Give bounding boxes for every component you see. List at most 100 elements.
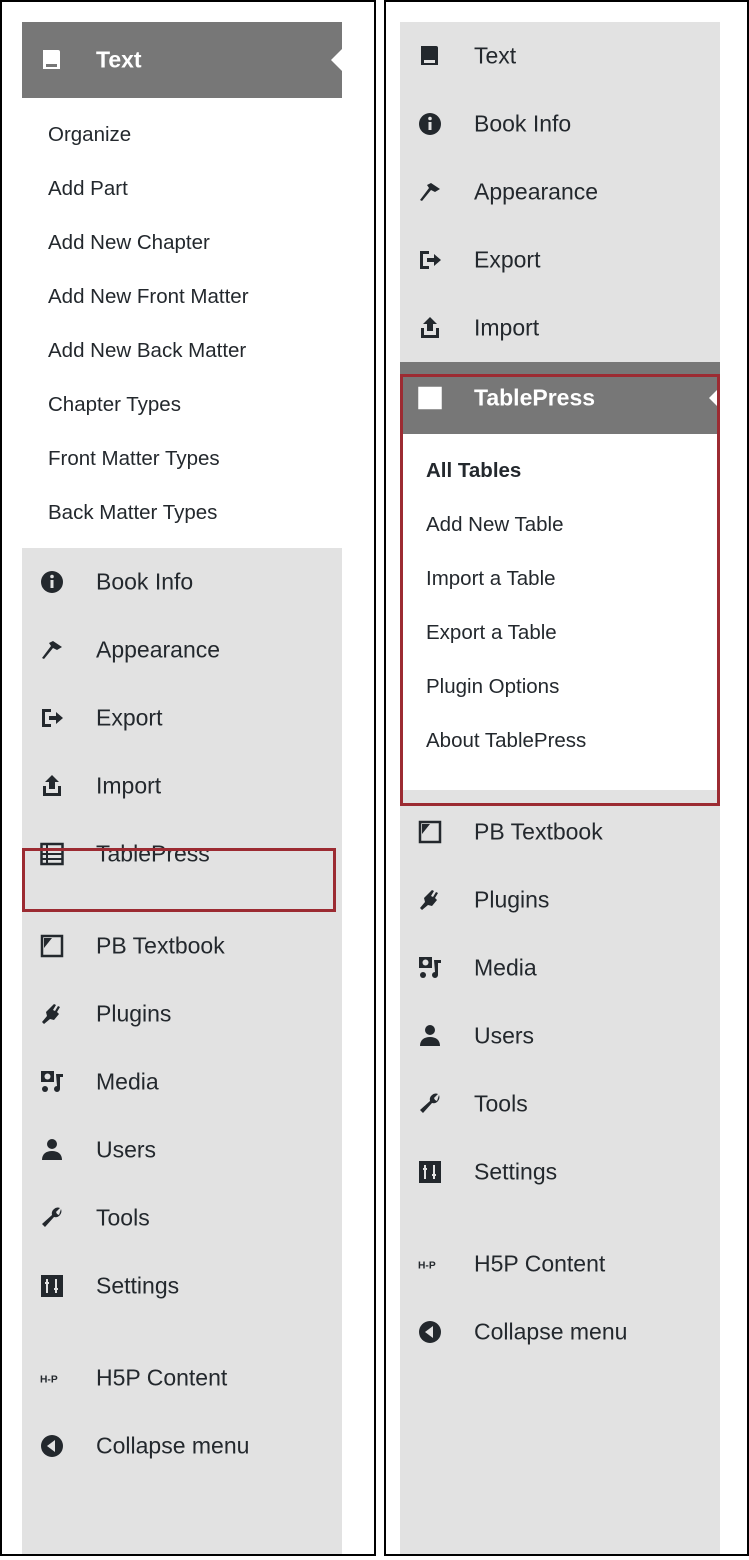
right-screenshot-panel: Text Book Info Appearance Export Import … (384, 0, 749, 1556)
menu-item-label: Settings (474, 1158, 558, 1185)
media-icon (40, 1070, 64, 1094)
wrench-icon (40, 1206, 64, 1230)
export-icon (418, 248, 442, 272)
menu-item-h5p-content[interactable]: H-P H5P Content (400, 1230, 720, 1298)
submenu-import-a-table[interactable]: Import a Table (400, 552, 720, 606)
menu-item-media[interactable]: Media (400, 934, 720, 1002)
media-icon (418, 956, 442, 980)
menu-item-export[interactable]: Export (400, 226, 720, 294)
table-icon (418, 386, 442, 410)
menu-item-users[interactable]: Users (22, 1116, 342, 1184)
plug-icon (40, 1002, 64, 1026)
submenu-all-tables[interactable]: All Tables (400, 444, 720, 498)
info-icon (418, 112, 442, 136)
submenu-add-new-chapter[interactable]: Add New Chapter (22, 216, 342, 270)
menu-item-appearance[interactable]: Appearance (400, 158, 720, 226)
submenu-plugin-options[interactable]: Plugin Options (400, 660, 720, 714)
export-icon (40, 706, 64, 730)
user-icon (418, 1024, 442, 1048)
menu-item-import[interactable]: Import (22, 752, 342, 820)
menu-item-label: PB Textbook (96, 932, 225, 959)
submenu-organize[interactable]: Organize (22, 108, 342, 162)
submenu-front-matter-types[interactable]: Front Matter Types (22, 432, 342, 486)
menu-item-pb-textbook[interactable]: PB Textbook (400, 798, 720, 866)
menu-item-label: Settings (96, 1272, 180, 1299)
menu-item-label: Collapse menu (474, 1318, 628, 1345)
current-arrow (331, 48, 342, 72)
menu-item-label: Book Info (96, 568, 194, 595)
menu-item-label: TablePress (474, 384, 596, 411)
submenu-chapter-types[interactable]: Chapter Types (22, 378, 342, 432)
menu-item-label: Text (474, 42, 517, 69)
menu-item-label: Tools (96, 1204, 150, 1231)
plug-icon (418, 888, 442, 912)
menu-item-label: PB Textbook (474, 818, 603, 845)
menu-item-label: Tools (474, 1090, 528, 1117)
submenu-add-part[interactable]: Add Part (22, 162, 342, 216)
wrench-icon (418, 1092, 442, 1116)
menu-item-book-info[interactable]: Book Info (22, 548, 342, 616)
menu-item-media[interactable]: Media (22, 1048, 342, 1116)
tablepress-submenu: All Tables Add New Table Import a Table … (400, 434, 720, 790)
admin-sidebar-menu: Text Book Info Appearance Export Import … (400, 22, 720, 1554)
menu-item-label: Appearance (96, 636, 221, 663)
textbook-icon (40, 934, 64, 958)
menu-item-settings[interactable]: Settings (400, 1138, 720, 1206)
settings-icon (418, 1160, 442, 1184)
menu-item-text[interactable]: Text (22, 22, 342, 98)
menu-item-import[interactable]: Import (400, 294, 720, 362)
book-icon (40, 48, 64, 72)
menu-item-label: Media (474, 954, 537, 981)
menu-item-tools[interactable]: Tools (400, 1070, 720, 1138)
textbook-icon (418, 820, 442, 844)
menu-item-book-info[interactable]: Book Info (400, 90, 720, 158)
user-icon (40, 1138, 64, 1162)
menu-item-tablepress[interactable]: TablePress (22, 820, 342, 888)
menu-item-label: Import (96, 772, 162, 799)
submenu-add-new-back-matter[interactable]: Add New Back Matter (22, 324, 342, 378)
table-icon (40, 842, 64, 866)
menu-item-label: Plugins (96, 1000, 172, 1027)
info-icon (40, 570, 64, 594)
submenu-about-tablepress[interactable]: About TablePress (400, 714, 720, 768)
svg-text:H-P: H-P (40, 1374, 58, 1385)
menu-item-label: Appearance (474, 178, 599, 205)
menu-item-plugins[interactable]: Plugins (22, 980, 342, 1048)
menu-item-tablepress[interactable]: TablePress (400, 362, 720, 434)
collapse-icon (418, 1320, 442, 1344)
settings-icon (40, 1274, 64, 1298)
menu-item-label: Media (96, 1068, 159, 1095)
menu-item-collapse-menu[interactable]: Collapse menu (22, 1412, 342, 1480)
menu-item-label: Export (96, 704, 163, 731)
menu-item-label: Users (96, 1136, 157, 1163)
menu-item-plugins[interactable]: Plugins (400, 866, 720, 934)
menu-item-label: H5P Content (96, 1364, 228, 1391)
submenu-add-new-front-matter[interactable]: Add New Front Matter (22, 270, 342, 324)
menu-item-settings[interactable]: Settings (22, 1252, 342, 1320)
text-submenu: Organize Add Part Add New Chapter Add Ne… (22, 98, 342, 548)
menu-item-appearance[interactable]: Appearance (22, 616, 342, 684)
collapse-icon (40, 1434, 64, 1458)
menu-item-text[interactable]: Text (400, 22, 720, 90)
import-icon (418, 316, 442, 340)
menu-item-label: TablePress (96, 840, 210, 867)
h5p-icon: H-P (418, 1252, 442, 1276)
menu-item-label: Collapse menu (96, 1432, 250, 1459)
submenu-export-a-table[interactable]: Export a Table (400, 606, 720, 660)
paintbrush-icon (418, 180, 442, 204)
menu-item-label: Plugins (474, 886, 550, 913)
menu-item-pb-textbook[interactable]: PB Textbook (22, 912, 342, 980)
menu-item-label: H5P Content (474, 1250, 606, 1277)
menu-item-collapse-menu[interactable]: Collapse menu (400, 1298, 720, 1366)
submenu-back-matter-types[interactable]: Back Matter Types (22, 486, 342, 540)
current-arrow (709, 386, 720, 410)
menu-item-h5p-content[interactable]: H-P H5P Content (22, 1344, 342, 1412)
submenu-add-new-table[interactable]: Add New Table (400, 498, 720, 552)
menu-item-label: Book Info (474, 110, 572, 137)
menu-item-label: Text (96, 46, 142, 73)
menu-item-export[interactable]: Export (22, 684, 342, 752)
menu-item-label: Import (474, 314, 540, 341)
menu-item-tools[interactable]: Tools (22, 1184, 342, 1252)
svg-text:H-P: H-P (418, 1260, 436, 1271)
menu-item-users[interactable]: Users (400, 1002, 720, 1070)
